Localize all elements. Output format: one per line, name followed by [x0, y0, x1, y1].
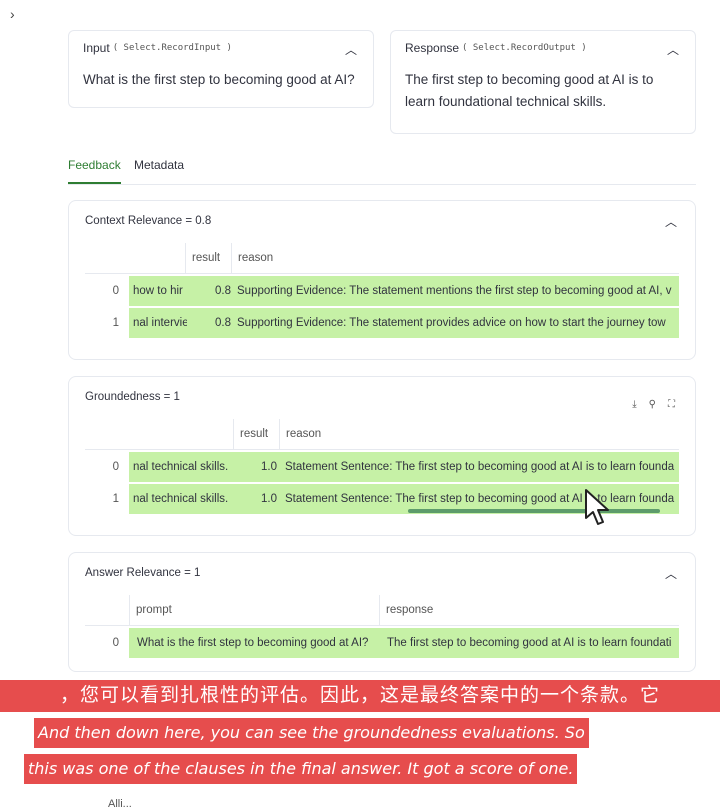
column-header-reason[interactable]: reason	[231, 243, 679, 273]
collapse-caret-icon[interactable]: ︿	[665, 213, 677, 230]
response-card-header: Response ( Select.RecordOutput )	[405, 41, 681, 55]
table-row[interactable]: 0 nal technical skills. 1.0 Statement Se…	[85, 452, 679, 482]
cell-result: 0.8	[215, 285, 231, 297]
panel-title: Groundedness = 1	[85, 391, 180, 403]
cell-context: nal intervie	[133, 317, 187, 329]
input-text: What is the first step to becoming good …	[83, 72, 355, 87]
column-header-prompt[interactable]: prompt	[129, 595, 379, 625]
grid-header: result reason	[85, 419, 679, 450]
collapse-caret-icon[interactable]: ︿	[665, 565, 677, 582]
row-index: 0	[112, 637, 119, 649]
search-icon[interactable]: ⚲	[649, 399, 656, 410]
column-header-result[interactable]: result	[185, 243, 231, 273]
panel-title: Context Relevance = 0.8	[85, 215, 212, 227]
collapse-caret-icon[interactable]: ︿	[667, 41, 679, 58]
tab-metadata[interactable]: Metadata	[134, 158, 184, 172]
answer-relevance-panel: Answer Relevance = 1 ︿ prompt response 0…	[68, 552, 696, 672]
input-card-header: Input ( Select.RecordInput )	[83, 41, 359, 55]
expand-chevron-icon[interactable]: ›	[10, 6, 15, 22]
input-selector-code: ( Select.RecordInput )	[112, 43, 232, 53]
response-selector-code: ( Select.RecordOutput )	[462, 43, 587, 53]
cell-context: nal technical skills.	[133, 493, 229, 505]
cell-reason: Supporting Evidence: The statement menti…	[237, 285, 672, 297]
grid-header: result reason	[85, 243, 679, 274]
column-header-reason[interactable]: reason	[279, 419, 679, 449]
cell-reason: Statement Sentence: The first step to be…	[285, 461, 675, 473]
cell-response: The first step to becoming good at AI is…	[387, 637, 672, 649]
response-card: Response ( Select.RecordOutput ) ︿ The f…	[390, 30, 696, 134]
subtitle-english-line-2: this was one of the clauses in the final…	[24, 754, 578, 784]
table-row[interactable]: 0 how to hir 0.8 Supporting Evidence: Th…	[85, 276, 679, 306]
cell-result: 1.0	[261, 493, 277, 505]
panel-title: Answer Relevance = 1	[85, 567, 201, 579]
row-index: 1	[112, 317, 119, 329]
tab-bar: Feedback Metadata	[68, 150, 696, 185]
subtitle-english-line-1: And then down here, you can see the grou…	[34, 718, 589, 748]
response-label: Response	[405, 41, 460, 55]
table-row[interactable]: 0 What is the first step to becoming goo…	[85, 628, 679, 658]
download-icon[interactable]: ⤓	[632, 399, 636, 410]
column-header-response[interactable]: response	[379, 595, 679, 625]
response-text: The first step to becoming good at AI is…	[405, 72, 654, 109]
subtitle-chinese: ，您可以看到扎根性的评估。因此，这是最终答案中的一个条款。它	[0, 680, 720, 712]
next-panel-title-fragment: Alli...	[108, 798, 132, 810]
grid-toolbar: ⤓ ⚲ ⛶	[632, 399, 675, 410]
context-relevance-panel: Context Relevance = 0.8 ︿ result reason …	[68, 200, 696, 360]
input-label: Input	[83, 41, 110, 55]
table-row[interactable]: 1 nal intervie 0.8 Supporting Evidence: …	[85, 308, 679, 338]
cell-context: nal technical skills.	[133, 461, 229, 473]
input-card: Input ( Select.RecordInput ) ︿ What is t…	[68, 30, 374, 108]
data-grid[interactable]: result reason 0 how to hir 0.8 Supportin…	[85, 243, 679, 343]
cell-context: how to hir	[133, 285, 183, 297]
cell-result: 1.0	[261, 461, 277, 473]
cell-prompt: What is the first step to becoming good …	[137, 637, 369, 649]
data-grid[interactable]: prompt response 0 What is the first step…	[85, 595, 679, 665]
cell-result: 0.8	[215, 317, 231, 329]
row-index: 0	[112, 461, 119, 473]
cell-reason: Supporting Evidence: The statement provi…	[237, 317, 666, 329]
column-header-result[interactable]: result	[233, 419, 279, 449]
row-index: 0	[112, 285, 119, 297]
row-index: 1	[112, 493, 119, 505]
horizontal-scrollbar[interactable]	[408, 509, 660, 513]
tab-feedback[interactable]: Feedback	[68, 158, 121, 184]
grid-header: prompt response	[85, 595, 679, 626]
collapse-caret-icon[interactable]: ︿	[345, 41, 357, 58]
fullscreen-icon[interactable]: ⛶	[668, 399, 675, 410]
mouse-cursor-icon	[585, 489, 609, 525]
